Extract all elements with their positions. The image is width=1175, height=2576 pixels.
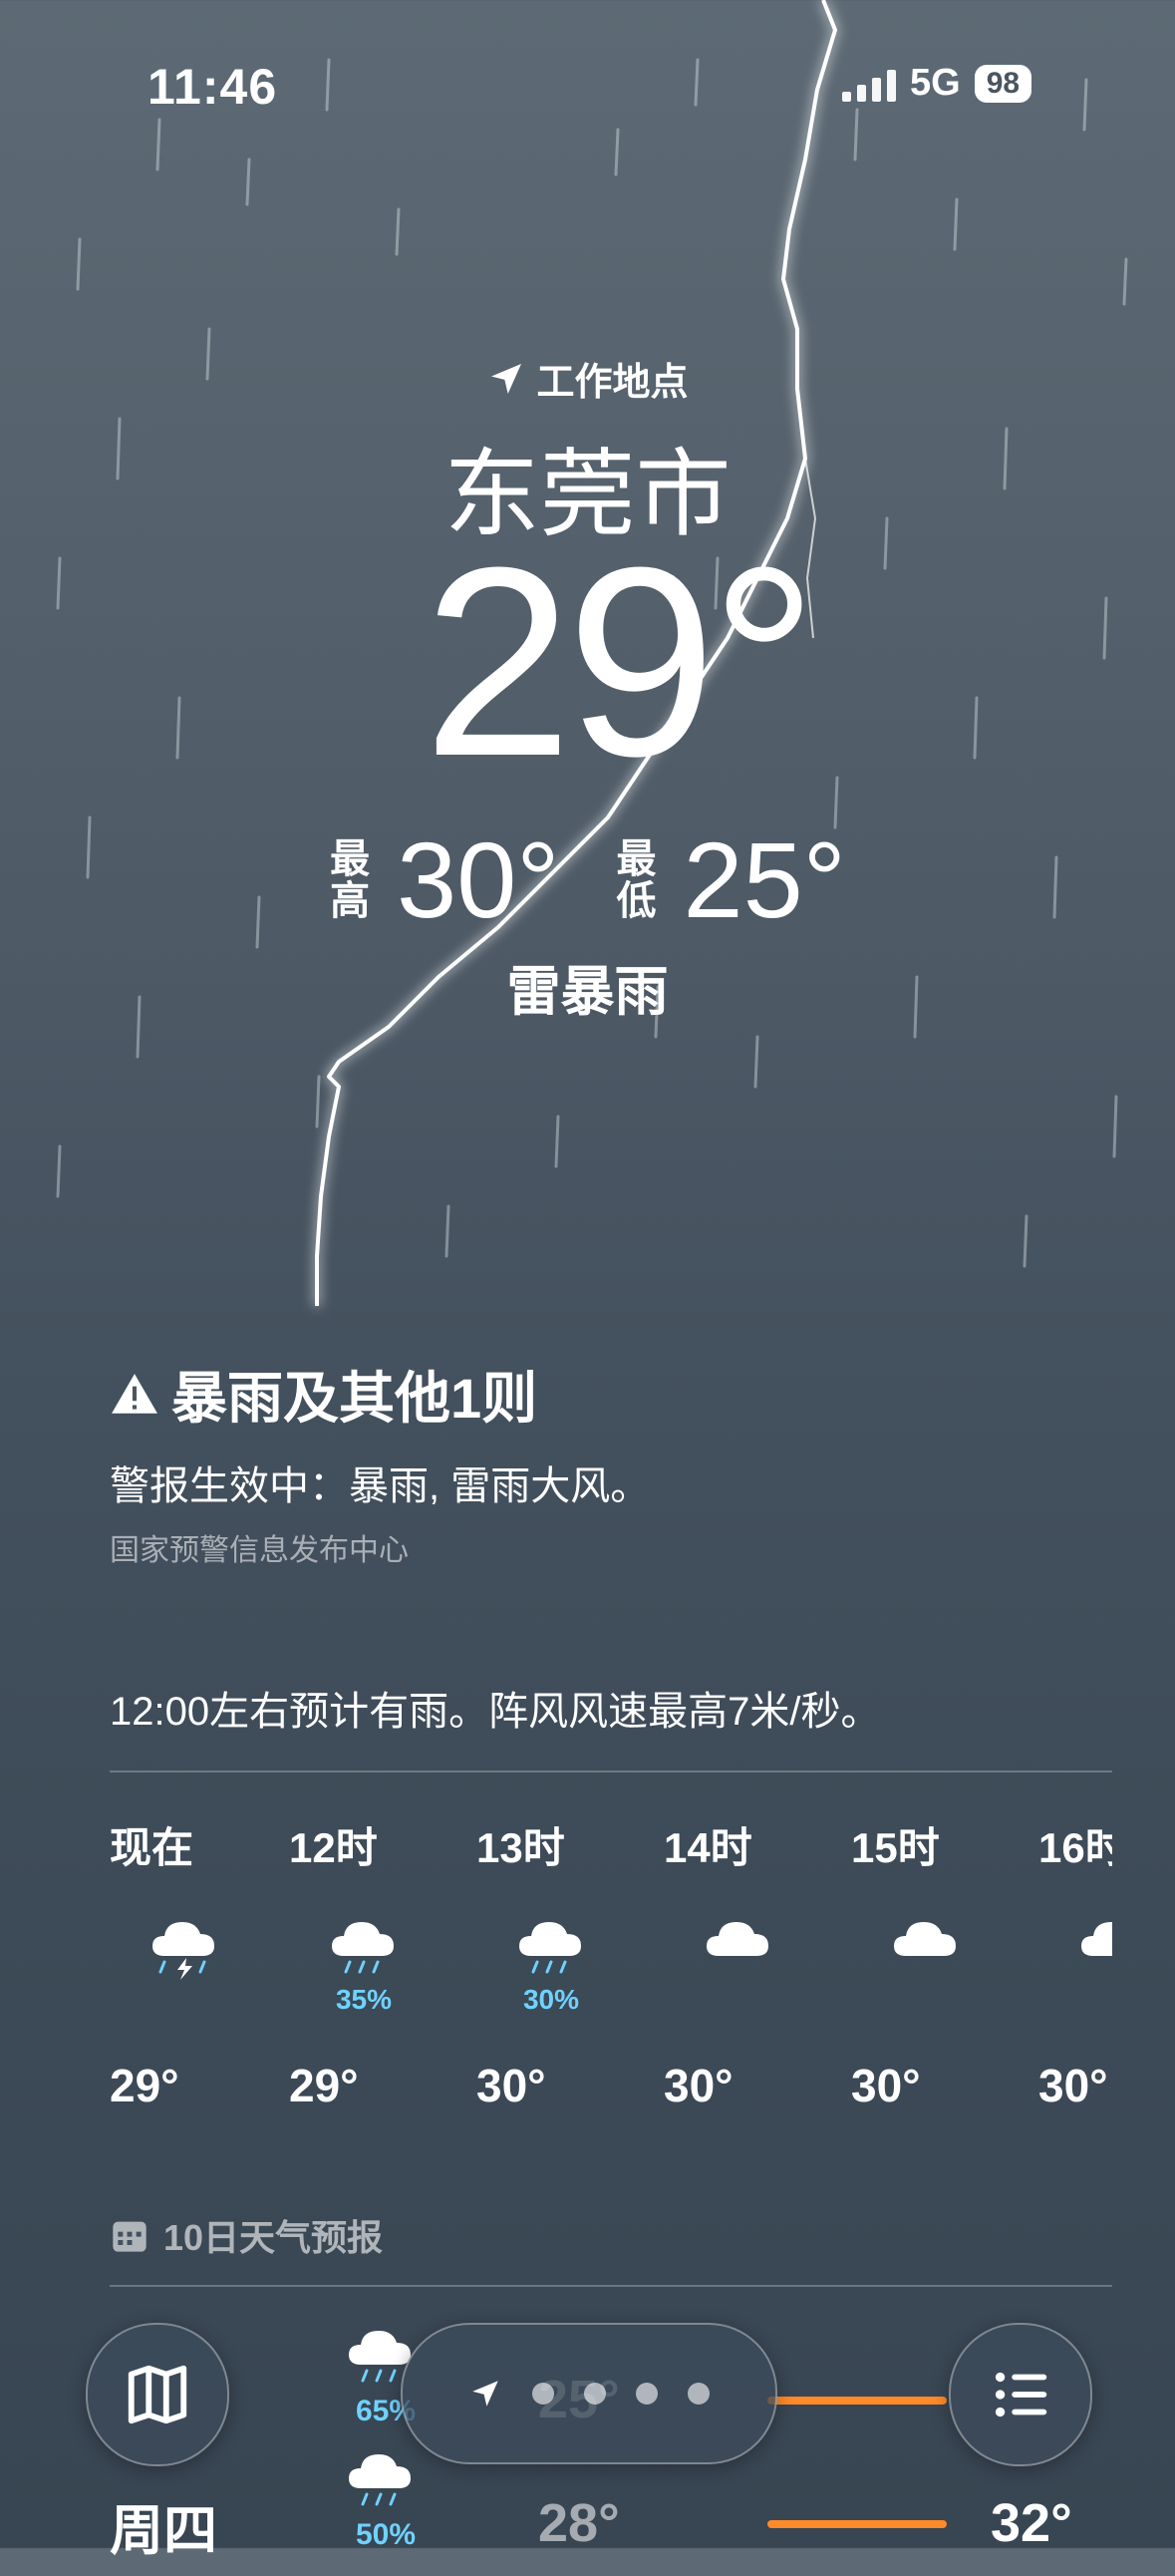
high-temp: 30° [397, 819, 560, 940]
map-button[interactable] [86, 2323, 229, 2466]
alert-title: 暴雨及其他1则 [171, 1367, 538, 1430]
hourly-summary: 12:00左右预计有雨。阵风风速最高7米/秒。 [110, 1690, 881, 1734]
location-arrow-icon [472, 2381, 498, 2407]
map-icon [128, 2365, 187, 2424]
weather-condition: 雷暴雨 [506, 962, 669, 1022]
precip-chance: 30% [522, 1984, 580, 2015]
hourly-item: 12时 35% 29° [289, 1814, 439, 2133]
hourly-item: 14时 30° [664, 1814, 813, 2133]
location-arrow-icon [491, 363, 522, 394]
hour-label: 15时 [851, 1824, 940, 1871]
location-pager[interactable] [401, 2323, 777, 2464]
high-label: 最高 [330, 836, 371, 923]
page-dot[interactable] [636, 2383, 658, 2405]
hourly-scroll[interactable]: 现在 29° 12时 35% 29° 13时 30% 30° 14时 30° 15时 30° 16时 30… [110, 1814, 1112, 2133]
temp-range-bar [767, 2397, 947, 2405]
low-label: 最低 [616, 836, 657, 923]
hour-label: 13时 [476, 1824, 565, 1871]
hour-temp: 29° [289, 2060, 359, 2111]
alert-body: 警报生效中：暴雨, 雷雨大风。 [110, 1464, 651, 1508]
low-temp: 28° [538, 2493, 620, 2553]
hour-temp: 30° [1038, 2060, 1108, 2111]
low-temp: 25° [683, 819, 846, 940]
thunderstorm-icon [110, 1904, 259, 2014]
alert-source: 国家预警信息发布中心 [110, 1534, 409, 1567]
location-label-row: 工作地点 [0, 351, 1175, 406]
page-dot[interactable] [584, 2383, 606, 2405]
page-dot[interactable] [532, 2383, 554, 2405]
warning-icon [112, 1373, 157, 1414]
cloud-icon [1038, 1904, 1112, 2014]
hourly-forecast-card[interactable]: 12:00左右预计有雨。阵风风速最高7米/秒。 现在 29° 12时 35% 29° 13… [84, 1635, 1112, 2153]
hour-label: 现在 [110, 1824, 194, 1871]
precip-chance: 35% [335, 1984, 393, 2015]
page-dot[interactable] [688, 2383, 710, 2405]
hour-label: 14时 [664, 1824, 752, 1871]
hour-temp: 30° [476, 2060, 546, 2111]
hour-temp: 29° [110, 2060, 179, 2111]
high-temp: 32° [991, 2493, 1072, 2553]
signal-icon [842, 66, 896, 102]
day-name: 周四 [110, 2501, 217, 2561]
cloud-icon [851, 1904, 1001, 2014]
weather-alert-card[interactable]: 暴雨及其他1则 警报生效中：暴雨, 雷雨大风。 国家预警信息发布中心 [84, 1316, 1110, 1605]
hour-label: 16时 [1038, 1824, 1112, 1871]
list-button[interactable] [949, 2323, 1092, 2466]
rain-cloud-icon [341, 2436, 431, 2526]
hourly-item: 15时 30° [851, 1814, 1001, 2133]
status-time: 11:46 [147, 59, 278, 115]
high-low-temps: 最高 30° 最低 25° [0, 817, 1175, 942]
temp-range-bar [767, 2520, 947, 2528]
hourly-item: 16时 30° [1038, 1814, 1112, 2133]
divider [110, 1771, 1112, 1772]
list-icon [995, 2372, 1047, 2417]
precip-chance: 50% [355, 2518, 417, 2551]
battery-icon: 98 [974, 64, 1032, 103]
current-temperature: 29° [423, 512, 817, 812]
status-indicators: 5G 98 [842, 62, 1032, 105]
hourly-item: 13时 30% 30° [476, 1814, 626, 2133]
hour-temp: 30° [664, 2060, 734, 2111]
alert-title-row: 暴雨及其他1则 [110, 1354, 537, 1435]
cloud-icon [664, 1904, 813, 2014]
location-label: 工作地点 [536, 362, 689, 404]
hour-temp: 30° [851, 2060, 921, 2111]
hourly-item: 现在 29° [110, 1814, 259, 2133]
hour-label: 12时 [289, 1824, 378, 1871]
network-type: 5G [910, 62, 961, 104]
